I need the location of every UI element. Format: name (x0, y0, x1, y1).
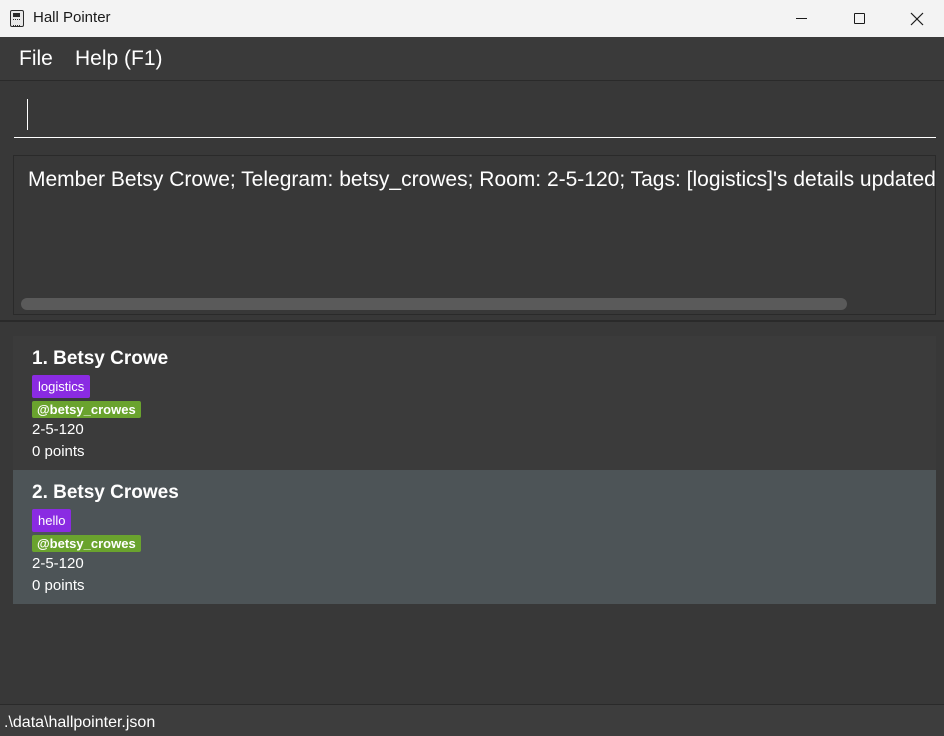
text-caret (27, 99, 28, 130)
telegram-badge: @betsy_crowes (32, 401, 141, 418)
maximize-button[interactable] (830, 0, 888, 37)
command-input[interactable] (14, 96, 936, 138)
member-room: 2-5-120 (32, 421, 84, 438)
data-file-path: .\data\hallpointer.json (4, 714, 156, 731)
panel-divider[interactable] (0, 320, 944, 322)
member-points: 0 points (32, 443, 85, 460)
member-points: 0 points (32, 577, 85, 594)
tag-badge: logistics (32, 375, 91, 398)
minimize-icon (795, 18, 807, 19)
telegram-badge: @betsy_crowes (32, 535, 141, 552)
close-icon (910, 12, 924, 25)
member-name: 2. Betsy Crowes (32, 482, 179, 503)
status-bar: .\data\hallpointer.json (0, 704, 944, 736)
horizontal-scrollbar[interactable] (21, 298, 847, 310)
menu-file[interactable]: File (19, 47, 53, 71)
member-name: 1. Betsy Crowe (32, 348, 169, 369)
member-room: 2-5-120 (32, 555, 84, 572)
tag-badge: hello (32, 509, 72, 532)
member-card[interactable]: 1. Betsy Crowe logistics @betsy_crowes 2… (13, 336, 936, 470)
window-title: Hall Pointer (33, 9, 111, 26)
result-message: Member Betsy Crowe; Telegram: betsy_crow… (28, 168, 936, 191)
app-window: Hall Pointer File Help (F1) Member Betsy… (0, 0, 944, 736)
clipboard-icon (10, 10, 24, 27)
minimize-button[interactable] (772, 0, 830, 37)
menu-help[interactable]: Help (F1) (75, 47, 163, 71)
maximize-icon (853, 13, 865, 24)
member-list: 1. Betsy Crowe logistics @betsy_crowes 2… (13, 336, 936, 604)
close-button[interactable] (888, 0, 944, 37)
member-card[interactable]: 2. Betsy Crowes hello @betsy_crowes 2-5-… (13, 470, 936, 604)
result-display[interactable]: Member Betsy Crowe; Telegram: betsy_crow… (13, 155, 936, 315)
title-bar[interactable]: Hall Pointer (0, 0, 944, 37)
command-box (0, 82, 944, 146)
menu-bar: File Help (F1) (0, 37, 944, 81)
